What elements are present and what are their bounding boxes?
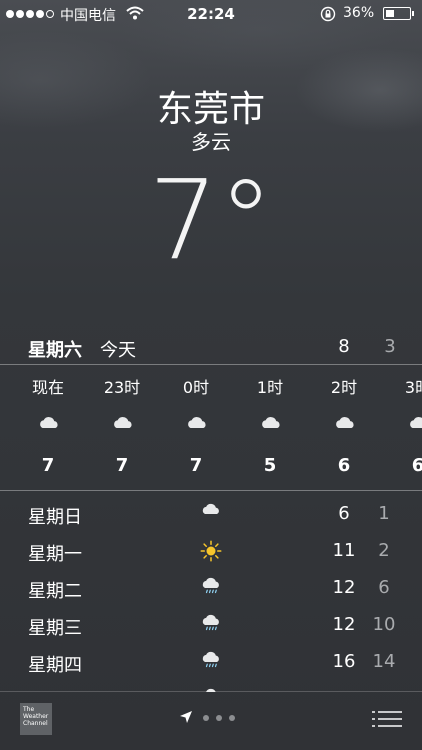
today-summary-row: 星期六 今天 8 3 [0, 332, 422, 364]
hour-icon-wrap [258, 415, 284, 439]
sun-icon [200, 540, 222, 562]
hour-label: 3时 [404, 378, 422, 397]
rain-cloud-icon [202, 614, 219, 631]
hour-temperature: 5 [263, 455, 277, 476]
cloud-icon [202, 503, 219, 514]
daily-row: 星期二 12 6 [0, 570, 422, 607]
day-name: 星期日 [28, 507, 82, 528]
day-high-temp: 6 [338, 503, 350, 524]
hour-temperature: 7 [41, 455, 55, 476]
hour-label: 1时 [256, 378, 284, 397]
rain-cloud-icon [202, 577, 219, 594]
page-indicator[interactable] [203, 715, 235, 721]
hour-label: 2时 [330, 378, 358, 397]
today-day-name: 星期六 [28, 340, 82, 361]
weather-channel-logo[interactable]: The Weather Channel [20, 703, 52, 735]
day-name: 星期四 [28, 655, 82, 676]
today-low-temp: 3 [384, 336, 396, 357]
battery-icon [383, 7, 411, 20]
day-low-temp: 14 [372, 651, 396, 672]
hourly-forecast[interactable]: 现在 7 23时 7 0时 7 1时 5 2时 6 3时 6 [0, 365, 422, 490]
daily-row: 星期三 12 10 [0, 607, 422, 644]
day-low-temp: 1 [378, 503, 390, 524]
battery-fill [386, 10, 394, 17]
cloud-icon [114, 417, 132, 428]
page-dot[interactable] [216, 715, 222, 721]
day-high-temp: 12 [332, 614, 356, 635]
cloud-icon [188, 417, 206, 428]
day-low-temp: 2 [378, 540, 390, 561]
battery-tip [412, 11, 414, 16]
cloud-icon [336, 417, 354, 428]
hour-icon-wrap [36, 415, 62, 439]
hour-label: 现在 [31, 378, 64, 397]
daily-forecast-list[interactable]: 星期日 6 1 星期一 11 2 星期二 12 6 星期三 12 10 星期四 16 14 [0, 496, 422, 692]
hour-temperature: 7 [115, 455, 129, 476]
day-low-temp: 6 [378, 577, 390, 598]
day-high-temp: 11 [332, 540, 356, 561]
day-icon-wrap [199, 576, 223, 599]
day-name: 星期三 [28, 618, 82, 639]
hour-icon-wrap [332, 415, 358, 439]
location-arrow-icon[interactable] [179, 710, 193, 724]
rain-cloud-icon [202, 651, 219, 668]
hour-label: 0时 [182, 378, 210, 397]
day-icon-wrap [199, 650, 223, 673]
daily-row: 星期四 16 14 [0, 644, 422, 681]
weather-condition: 多云 [191, 130, 231, 154]
bottom-toolbar: The Weather Channel [0, 691, 422, 750]
city-name: 东莞市 [156, 89, 265, 130]
day-high-temp: 12 [332, 577, 356, 598]
page-dot[interactable] [229, 715, 235, 721]
hour-temperature: 7 [189, 455, 203, 476]
daily-row: 星期日 6 1 [0, 496, 422, 533]
today-label: 今天 [100, 340, 136, 361]
status-bar: 中国电信 22:24 36% [0, 0, 422, 28]
battery-percent: 36% [343, 5, 375, 21]
hour-temperature: 6 [411, 455, 422, 476]
day-icon-wrap [199, 502, 223, 525]
hour-label: 23时 [103, 378, 141, 397]
hour-icon-wrap [184, 415, 210, 439]
today-high-temp: 8 [338, 336, 350, 357]
day-low-temp: 10 [372, 614, 396, 635]
hour-icon-wrap [406, 415, 422, 439]
cloud-icon [262, 417, 280, 428]
day-icon-wrap [199, 613, 223, 636]
city-list-icon[interactable] [372, 709, 402, 729]
current-temperature: 7° [148, 156, 274, 284]
cloud-icon [410, 417, 422, 428]
day-high-temp: 16 [332, 651, 356, 672]
day-icon-wrap [199, 539, 223, 568]
day-name: 星期一 [28, 544, 82, 565]
rotation-lock-icon [320, 6, 336, 22]
cloud-icon [40, 417, 58, 428]
page-dot[interactable] [203, 715, 209, 721]
hour-temperature: 6 [337, 455, 351, 476]
divider [0, 490, 422, 491]
day-name: 星期二 [28, 581, 82, 602]
hour-icon-wrap [110, 415, 136, 439]
daily-row: 星期一 11 2 [0, 533, 422, 570]
